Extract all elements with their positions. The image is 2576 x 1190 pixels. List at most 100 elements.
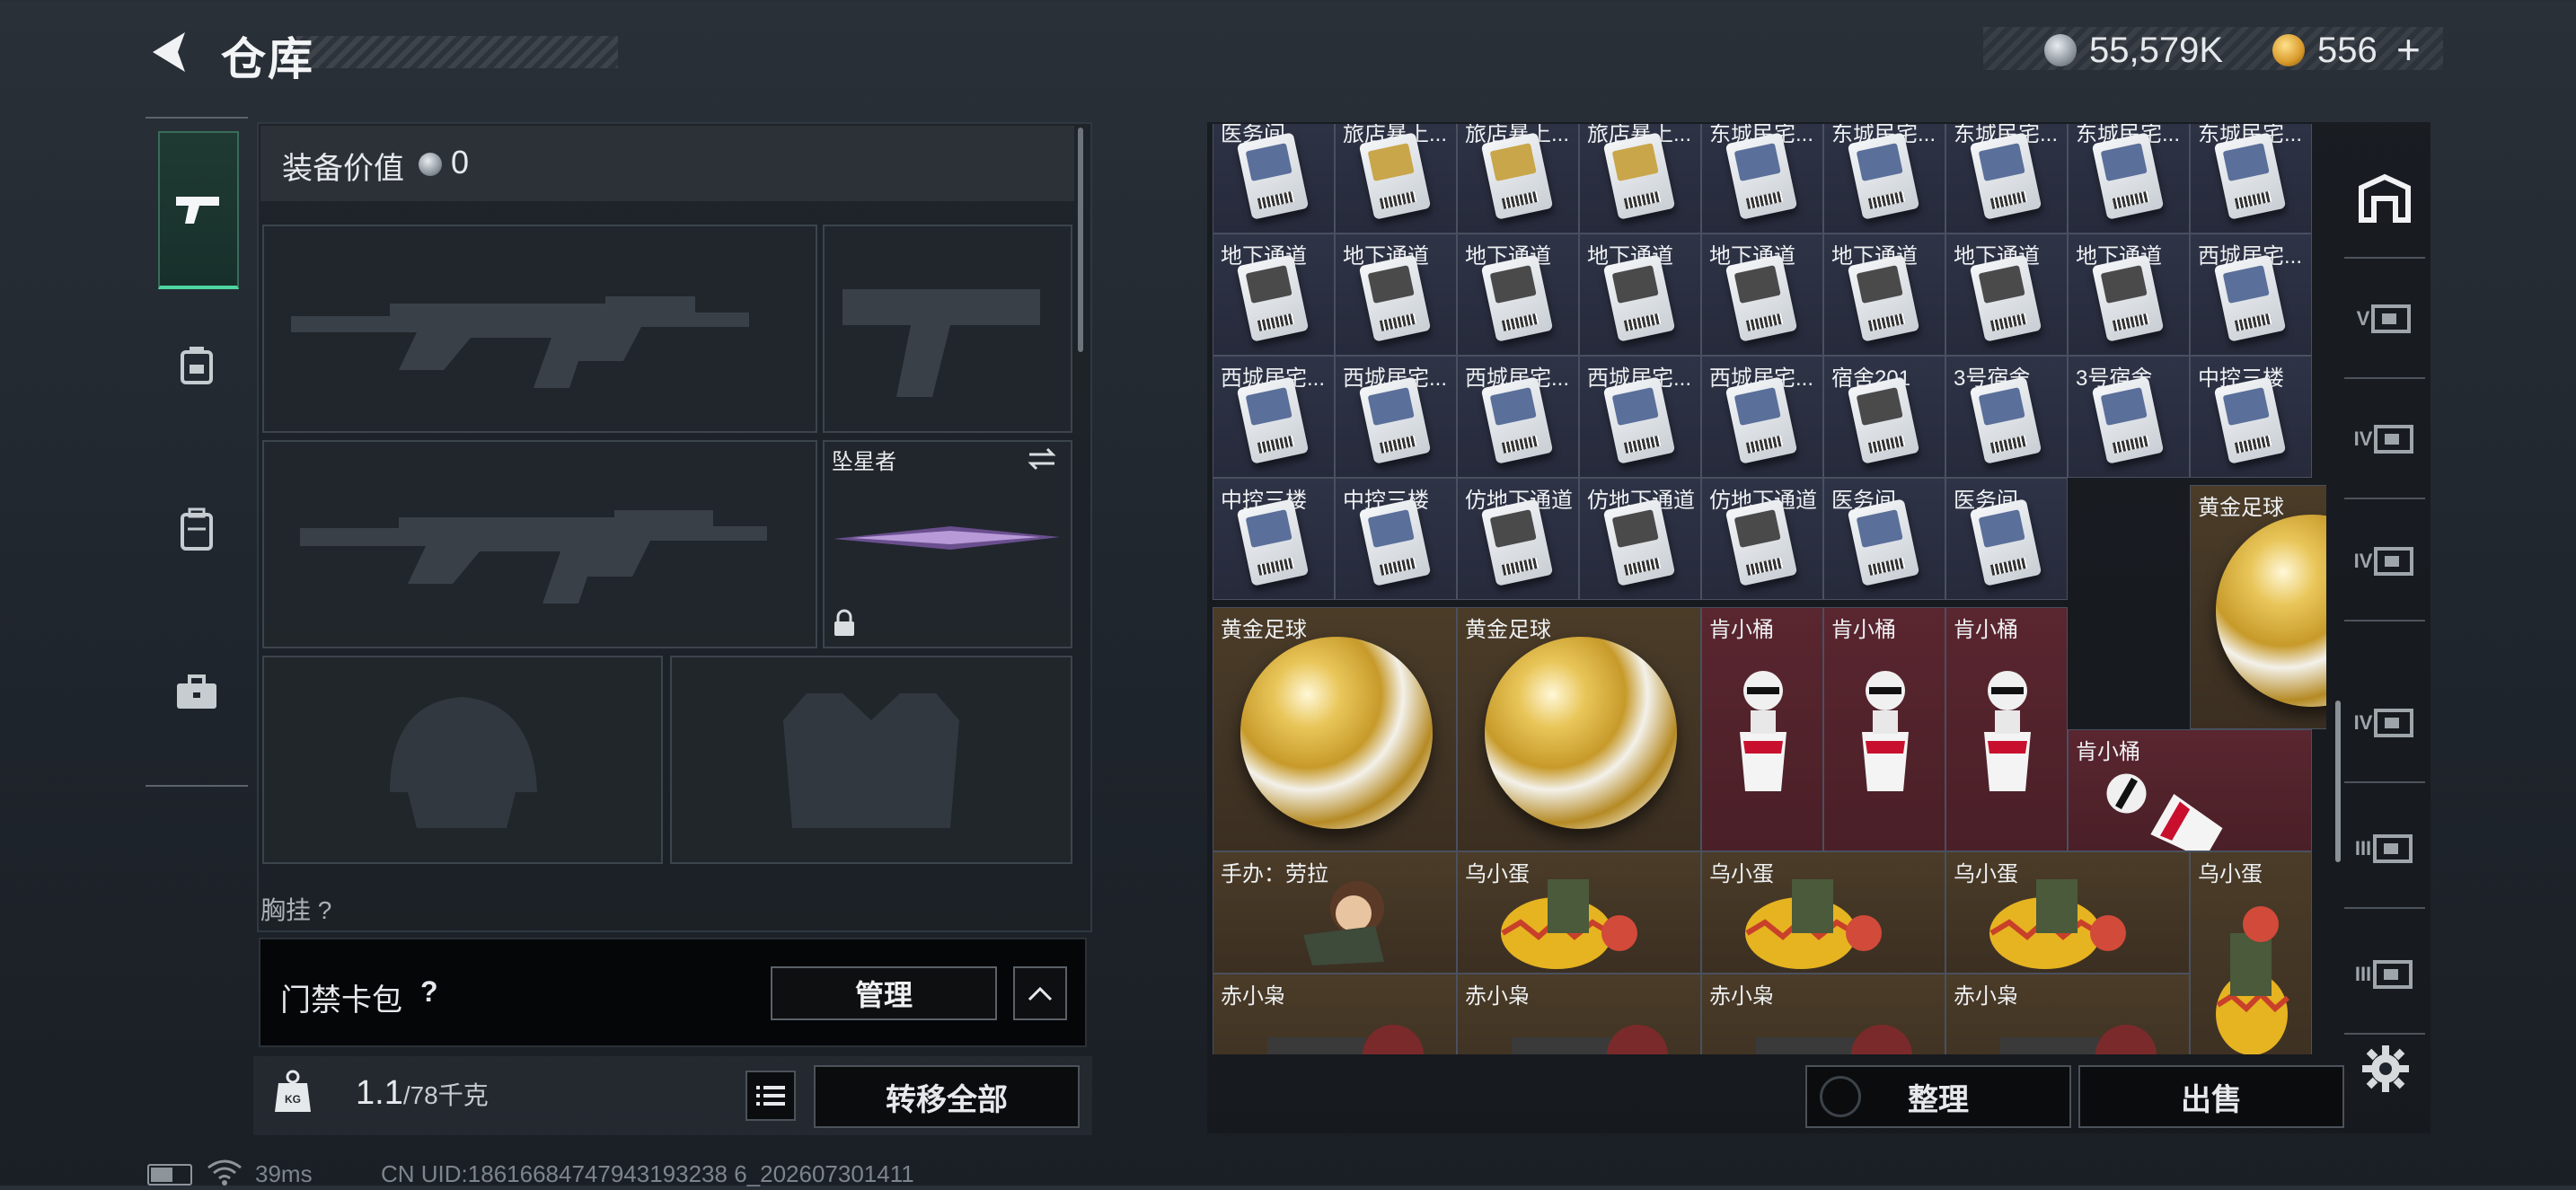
melee-item-name: 坠星者 (832, 450, 896, 474)
storage-item-owl-figure[interactable]: 赤小枭 (1701, 974, 1945, 1054)
storage-item-keycard[interactable]: 中控三楼 (2190, 356, 2312, 478)
sell-button[interactable]: 出售 (2078, 1065, 2344, 1128)
transfer-all-button[interactable]: 转移全部 (814, 1065, 1080, 1128)
storage-item-keycard[interactable]: 仿地下通道 (1701, 478, 1823, 600)
storage-item-gold-ball[interactable]: 黄金足球 (1213, 607, 1457, 851)
storage-item-keycard[interactable]: 医务间 (1823, 478, 1945, 600)
storage-item-keycard[interactable]: 东城民宅... (1701, 124, 1823, 234)
help-icon[interactable]: ? (420, 975, 438, 1009)
storage-scrollbar[interactable] (2335, 701, 2341, 862)
storage-box-icon (2373, 834, 2413, 863)
storage-item-keycard[interactable]: 旅店暴上... (1335, 124, 1457, 234)
storage-item-owl-figure[interactable]: 赤小枭 (1945, 974, 2190, 1054)
storage-item-owl-figure[interactable]: 赤小枭 (1213, 974, 1457, 1054)
storage-item-egg-figure[interactable]: 乌小蛋 (1457, 851, 1701, 974)
storage-item-figure[interactable]: 手办：劳拉 (1213, 851, 1457, 974)
tab-safe-case[interactable] (158, 616, 235, 769)
swap-icon[interactable] (1026, 445, 1058, 477)
storage-item-keycard[interactable]: 3号宿舍 (1945, 356, 2068, 478)
armor-slot[interactable] (670, 656, 1072, 864)
item-label: 肯小桶 (1831, 618, 1896, 642)
tab-chest-rig[interactable] (158, 289, 235, 442)
storage-item-keycard[interactable]: 中控三楼 (1335, 478, 1457, 600)
storage-item-keycard[interactable]: 仿地下通道 (1457, 478, 1579, 600)
storage-item-keycard[interactable]: 地下通道 (1945, 234, 2068, 356)
storage-item-keycard[interactable]: 3号宿舍 (2068, 356, 2190, 478)
collapse-button[interactable] (1013, 966, 1067, 1020)
item-label: 黄金足球 (2198, 496, 2284, 520)
storage-item-egg-figure[interactable]: 乌小蛋 (2190, 851, 2312, 1054)
warehouse-icon (2359, 173, 2411, 223)
tab-storage-v[interactable]: V (2344, 260, 2425, 379)
storage-item-gold-ball[interactable]: 黄金足球 (1457, 607, 1701, 851)
storage-item-keycard[interactable]: 仿地下通道 (1579, 478, 1701, 600)
storage-item-keycard[interactable]: 东城民宅... (1945, 124, 2068, 234)
tab-storage-iv[interactable]: IV (2344, 665, 2425, 783)
helmet-slot[interactable] (262, 656, 663, 864)
tier-label: IV (2353, 550, 2373, 572)
keycard-icon (2091, 376, 2165, 464)
storage-item-keycard[interactable]: 地下通道 (1457, 234, 1579, 356)
storage-item-keycard[interactable]: 地下通道 (1335, 234, 1457, 356)
list-view-button[interactable] (745, 1071, 796, 1121)
storage-item-keycard[interactable]: 地下通道 (1213, 234, 1335, 356)
tab-storage-iv[interactable]: IV (2344, 503, 2425, 621)
storage-item-owl-figure[interactable]: 赤小枭 (1457, 974, 1701, 1054)
storage-item-keycard[interactable]: 旅店暴上... (1579, 124, 1701, 234)
primary-weapon-slot[interactable] (262, 225, 817, 433)
storage-item-kfc-figure[interactable]: 肯小桶 (1945, 607, 2068, 851)
storage-item-gold-ball[interactable]: 黄金足球 (2190, 485, 2326, 729)
storage-item-keycard[interactable]: 东城民宅... (1823, 124, 1945, 234)
tier-label: III (2354, 837, 2372, 859)
loadout-scrollbar[interactable] (1078, 128, 1083, 352)
weight-max: /78千克 (402, 1081, 489, 1109)
keycard-icon (1969, 498, 2042, 586)
storage-item-keycard[interactable]: 地下通道 (1579, 234, 1701, 356)
manage-button[interactable]: 管理 (771, 966, 997, 1020)
storage-item-keycard[interactable]: 旅店暴上... (1457, 124, 1579, 234)
tab-storage-iii[interactable]: III (2344, 916, 2425, 1035)
storage-item-keycard[interactable]: 东城民宅... (2068, 124, 2190, 234)
storage-item-keycard[interactable]: 西城居宅... (2190, 234, 2312, 356)
storage-item-keycard[interactable]: 医务间 (1213, 124, 1335, 234)
storage-item-keycard[interactable]: 中控三楼 (1213, 478, 1335, 600)
pistol-slot[interactable] (823, 225, 1072, 433)
storage-item-keycard[interactable]: 地下通道 (2068, 234, 2190, 356)
egg-figure-icon (1989, 879, 2126, 969)
storage-item-keycard[interactable]: 宿舍201 (1823, 356, 1945, 478)
storage-item-keycard[interactable]: 西城居宅... (1335, 356, 1457, 478)
equip-value-label: 装备价值 (282, 152, 404, 186)
tab-backpack[interactable] (158, 453, 235, 605)
storage-item-keycard[interactable]: 医务间 (1945, 478, 2068, 600)
storage-item-kfc-figure[interactable]: 肯小桶 (1701, 607, 1823, 851)
storage-item-keycard[interactable]: 东城民宅... (2190, 124, 2312, 234)
tier-label: IV (2353, 711, 2373, 734)
storage-item-egg-figure[interactable]: 乌小蛋 (1945, 851, 2190, 974)
keycard-icon (1236, 132, 1310, 220)
weight-current: 1.1 (356, 1074, 403, 1112)
secondary-weapon-slot[interactable] (262, 440, 817, 648)
pistol-silhouette-icon (842, 289, 1040, 397)
tab-storage-iv[interactable]: IV (2344, 381, 2425, 499)
tab-weapons[interactable] (158, 131, 239, 289)
owl-figure-icon (1512, 1025, 1668, 1054)
item-label: 黄金足球 (1221, 618, 1307, 642)
storage-item-keycard[interactable]: 西城居宅... (1213, 356, 1335, 478)
svg-text:KG: KG (285, 1093, 301, 1106)
storage-item-keycard[interactable]: 西城居宅... (1457, 356, 1579, 478)
storage-item-keycard[interactable]: 地下通道 (1823, 234, 1945, 356)
gear-icon[interactable] (2360, 1044, 2411, 1098)
add-currency-button[interactable]: + (2396, 25, 2421, 74)
item-label: 赤小枭 (1954, 984, 2018, 1009)
back-arrow-icon[interactable] (144, 25, 198, 79)
tab-all-storage[interactable] (2344, 140, 2425, 259)
storage-item-keycard[interactable]: 西城居宅... (1701, 356, 1823, 478)
page-title: 仓库 (221, 34, 314, 84)
storage-item-kfc-figure[interactable]: 肯小桶 (1823, 607, 1945, 851)
storage-box-icon (2374, 709, 2414, 737)
storage-item-egg-figure[interactable]: 乌小蛋 (1701, 851, 1945, 974)
storage-item-keycard[interactable]: 西城居宅... (1579, 356, 1701, 478)
storage-item-kfc-figure[interactable]: 肯小桶 (2068, 729, 2312, 851)
tab-storage-iii[interactable]: III (2344, 790, 2425, 909)
storage-item-keycard[interactable]: 地下通道 (1701, 234, 1823, 356)
